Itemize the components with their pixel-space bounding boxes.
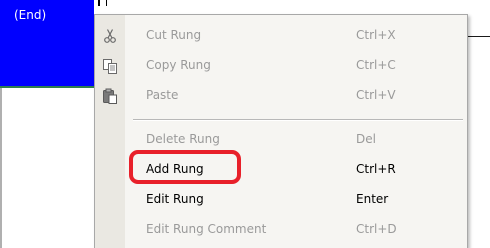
rail-marker [98, 0, 107, 6]
right-rung-line [468, 36, 490, 37]
menu-separator [133, 119, 463, 121]
highlight-annotation [129, 150, 241, 184]
menu-item-label: Paste [146, 88, 179, 102]
menu-item-shortcut: Ctrl+D [356, 222, 397, 236]
paste-icon [101, 87, 119, 105]
menu-item-copy-rung[interactable]: Copy Rung Ctrl+C [95, 51, 467, 81]
menu-item-shortcut: Ctrl+X [356, 28, 396, 42]
rung-line [0, 86, 100, 88]
end-rung-cell[interactable]: (End) [0, 0, 94, 86]
menu-item-label: Copy Rung [146, 58, 211, 72]
copy-icon [101, 57, 119, 75]
menu-item-shortcut: Ctrl+V [356, 88, 396, 102]
end-rung-label: (End) [14, 8, 47, 22]
menu-item-label: Edit Rung Comment [146, 222, 267, 236]
menu-item-label: Cut Rung [146, 28, 202, 42]
menu-item-label: Edit Rung [146, 192, 204, 206]
menu-item-shortcut: Enter [356, 192, 389, 206]
scissors-icon [101, 27, 119, 45]
menu-item-edit-rung[interactable]: Edit Rung Enter [95, 185, 467, 215]
menu-item-edit-rung-comment[interactable]: Edit Rung Comment Ctrl+D [95, 215, 467, 245]
context-menu: Cut Rung Ctrl+X Copy Rung Ctrl+C Paste C… [94, 14, 468, 248]
menu-item-cut-rung[interactable]: Cut Rung Ctrl+X [95, 21, 467, 51]
menu-item-shortcut: Ctrl+C [356, 58, 396, 72]
menu-item-shortcut: Ctrl+R [356, 162, 396, 176]
menu-item-shortcut: Del [356, 132, 376, 146]
menu-item-paste[interactable]: Paste Ctrl+V [95, 81, 467, 111]
menu-item-label: Delete Rung [146, 132, 220, 146]
